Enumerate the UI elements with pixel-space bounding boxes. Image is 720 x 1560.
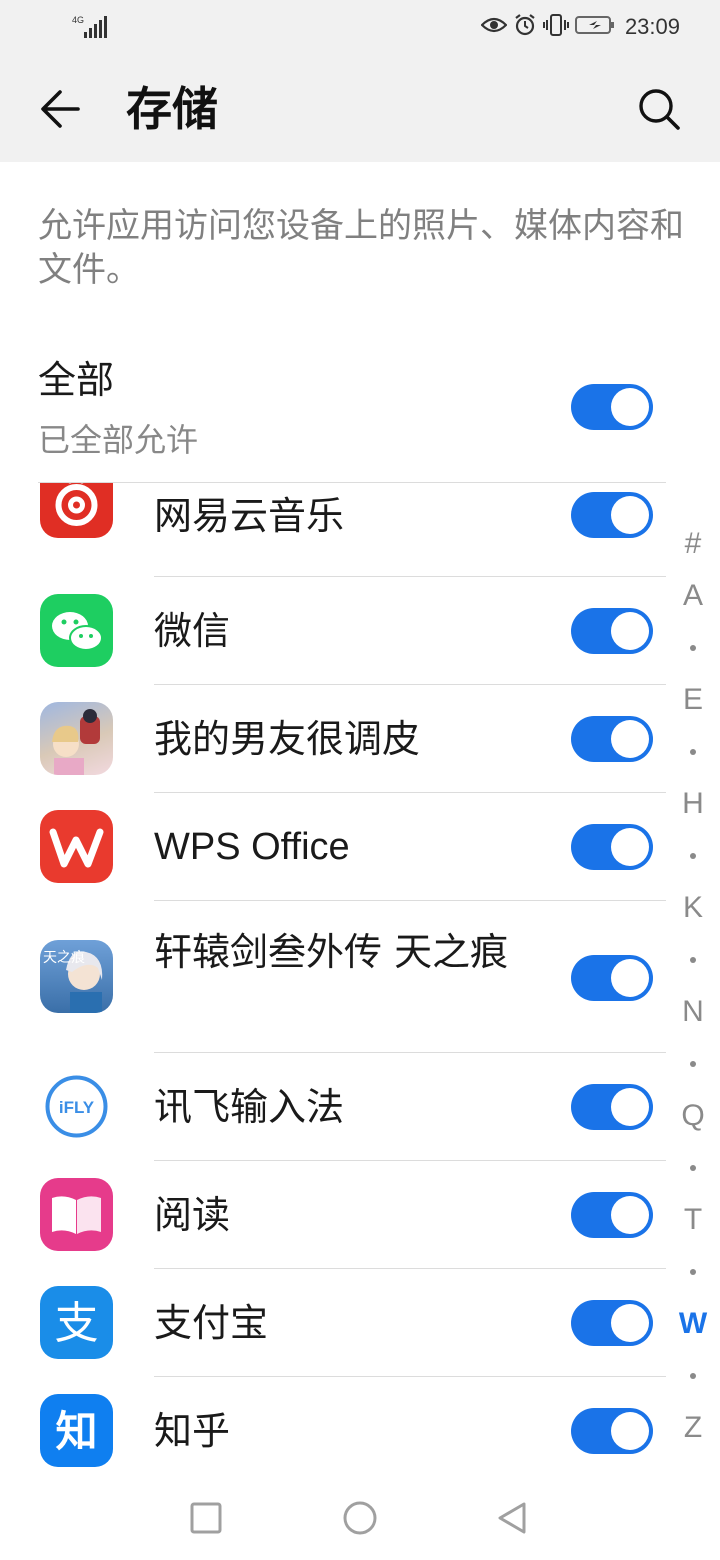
network-type: 4G bbox=[72, 15, 84, 25]
app-toggle[interactable] bbox=[571, 955, 653, 1001]
app-toggle[interactable] bbox=[571, 1300, 653, 1346]
status-icons: 23:09 bbox=[480, 12, 680, 42]
list-item[interactable]: iFLY 讯飞输入法 bbox=[0, 1053, 720, 1161]
toggle-knob bbox=[611, 612, 649, 650]
status-bar: 4G 23:09 bbox=[0, 0, 720, 56]
recents-square-icon bbox=[190, 1502, 222, 1534]
index-dot[interactable] bbox=[672, 1142, 714, 1194]
index-letter-active[interactable]: W bbox=[672, 1298, 714, 1350]
game-boyfriend-icon bbox=[40, 702, 113, 775]
netease-music-icon bbox=[40, 483, 113, 538]
toggle-knob bbox=[611, 1196, 649, 1234]
list-item[interactable]: 支 支付宝 bbox=[0, 1269, 720, 1377]
alipay-icon-text: 支 bbox=[55, 1298, 99, 1349]
zhihu-icon-text: 知 bbox=[55, 1407, 97, 1456]
search-icon bbox=[639, 89, 680, 130]
recents-button[interactable] bbox=[186, 1498, 226, 1538]
back-button[interactable] bbox=[30, 78, 92, 140]
app-name: WPS Office bbox=[154, 826, 350, 868]
list-item[interactable]: 阅读 bbox=[0, 1161, 720, 1269]
toggle-knob bbox=[611, 1088, 649, 1126]
toggle-knob bbox=[611, 1304, 649, 1342]
toggle-knob bbox=[611, 496, 649, 534]
index-letter[interactable]: E bbox=[672, 674, 714, 726]
app-bar: 存储 bbox=[0, 56, 720, 162]
app-toggle[interactable] bbox=[571, 716, 653, 762]
list-item[interactable]: 微信 bbox=[0, 577, 720, 685]
nav-back-button[interactable] bbox=[492, 1498, 532, 1538]
index-dot[interactable] bbox=[672, 830, 714, 882]
zhihu-icon: 知 bbox=[40, 1394, 113, 1467]
home-circle-icon bbox=[343, 1501, 377, 1535]
xuanyuan-icon-text: 天之痕 bbox=[43, 950, 85, 966]
eye-icon bbox=[480, 15, 508, 39]
toggle-knob bbox=[611, 720, 649, 758]
reading-icon bbox=[40, 1178, 113, 1251]
all-apps-label: 全部 bbox=[38, 358, 115, 402]
index-dot[interactable] bbox=[672, 622, 714, 674]
page-title: 存储 bbox=[126, 82, 218, 136]
toggle-knob bbox=[611, 1412, 649, 1450]
index-letter[interactable]: Q bbox=[672, 1090, 714, 1142]
ifly-input-icon: iFLY bbox=[40, 1070, 113, 1143]
toggle-knob bbox=[611, 388, 649, 426]
list-item[interactable]: 天之痕 轩辕剑叁外传 天之痕 bbox=[0, 901, 720, 1053]
index-dot[interactable] bbox=[672, 726, 714, 778]
clock-time: 23:09 bbox=[624, 14, 680, 39]
ifly-icon-text: iFLY bbox=[59, 1098, 95, 1117]
toggle-knob bbox=[611, 828, 649, 866]
app-name: 讯飞输入法 bbox=[154, 1085, 345, 1129]
app-name: 我的男友很调皮 bbox=[154, 717, 421, 761]
wps-office-icon bbox=[40, 810, 113, 883]
index-dot[interactable] bbox=[672, 934, 714, 986]
alipay-icon: 支 bbox=[40, 1286, 113, 1359]
app-toggle[interactable] bbox=[571, 608, 653, 654]
app-toggle[interactable] bbox=[571, 824, 653, 870]
system-nav-bar bbox=[0, 1476, 720, 1560]
app-name: 轩辕剑叁外传 天之痕 bbox=[154, 930, 509, 974]
all-apps-row: 全部 已全部允许 bbox=[0, 340, 720, 483]
list-item[interactable]: 知 知乎 bbox=[0, 1377, 720, 1475]
app-toggle[interactable] bbox=[571, 1084, 653, 1130]
home-button[interactable] bbox=[340, 1498, 380, 1538]
search-button[interactable] bbox=[628, 78, 690, 140]
xuanyuan-sword-icon: 天之痕 bbox=[40, 940, 113, 1013]
all-apps-status: 已全部允许 bbox=[38, 421, 199, 459]
index-letter[interactable]: N bbox=[672, 986, 714, 1038]
index-dot[interactable] bbox=[672, 1038, 714, 1090]
app-name: 阅读 bbox=[154, 1193, 231, 1237]
signal-icon: 4G bbox=[72, 14, 108, 40]
app-list[interactable]: 网易云音乐 微信 我的男友很调皮 WPS Office 天之痕 轩辕剑叁外传 天… bbox=[0, 483, 720, 1475]
app-name: 微信 bbox=[154, 609, 231, 653]
toggle-knob bbox=[611, 959, 649, 997]
index-dot[interactable] bbox=[672, 1350, 714, 1402]
back-arrow-icon bbox=[41, 90, 80, 128]
index-dot[interactable] bbox=[672, 1246, 714, 1298]
vibrate-icon bbox=[542, 13, 569, 41]
alphabet-index[interactable]: # A E H K N Q T W Z bbox=[672, 518, 714, 1454]
list-item[interactable]: WPS Office bbox=[0, 793, 720, 901]
all-apps-toggle[interactable] bbox=[571, 384, 653, 430]
index-letter[interactable]: Z bbox=[672, 1402, 714, 1454]
index-letter[interactable]: K bbox=[672, 882, 714, 934]
app-name: 知乎 bbox=[154, 1409, 231, 1453]
index-letter[interactable]: A bbox=[672, 570, 714, 622]
wechat-icon bbox=[40, 594, 113, 667]
index-letter[interactable]: H bbox=[672, 778, 714, 830]
alarm-icon bbox=[513, 13, 537, 41]
app-toggle[interactable] bbox=[571, 1192, 653, 1238]
app-name: 支付宝 bbox=[154, 1301, 269, 1345]
permission-description: 允许应用访问您设备上的照片、媒体内容和文件。 bbox=[38, 206, 684, 290]
app-toggle[interactable] bbox=[571, 1408, 653, 1454]
app-toggle[interactable] bbox=[571, 492, 653, 538]
list-item[interactable]: 我的男友很调皮 bbox=[0, 685, 720, 793]
battery-charging-icon bbox=[574, 14, 615, 40]
index-letter[interactable]: T bbox=[672, 1194, 714, 1246]
back-triangle-icon bbox=[498, 1502, 526, 1534]
index-letter[interactable]: # bbox=[672, 518, 714, 570]
list-item[interactable]: 网易云音乐 bbox=[0, 483, 720, 577]
app-name: 网易云音乐 bbox=[154, 494, 345, 538]
